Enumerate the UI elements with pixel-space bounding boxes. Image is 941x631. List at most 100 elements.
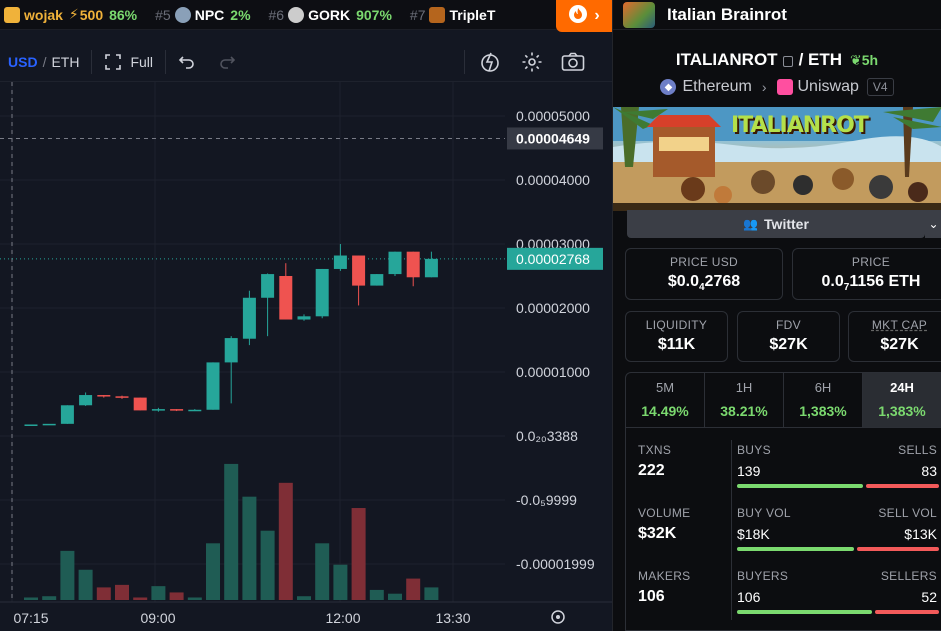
txns-value: 222 xyxy=(638,462,665,479)
tab-6h[interactable]: 6H 1,383% xyxy=(784,373,863,427)
ticker-item-npc[interactable]: #5 NPC 2% xyxy=(155,6,251,23)
mktcap-label: MKT CAP xyxy=(871,318,928,332)
candle-body xyxy=(151,409,165,411)
ticker-change: 86% xyxy=(109,6,138,23)
candle-body xyxy=(388,251,402,275)
volume-bar xyxy=(224,463,239,600)
volume-bar xyxy=(96,587,111,600)
sells-value: 83 xyxy=(921,463,937,479)
redo-button[interactable] xyxy=(218,53,236,71)
candle-body xyxy=(261,274,275,298)
hot-pairs-button[interactable]: › xyxy=(556,0,612,32)
token-avatar xyxy=(174,6,191,23)
tab-1h[interactable]: 1H 38.21% xyxy=(705,373,784,427)
sellers-value: 52 xyxy=(921,589,937,605)
screenshot-button[interactable] xyxy=(561,52,585,72)
pair-quote: ETH xyxy=(808,50,843,69)
candle-body xyxy=(97,395,111,397)
candle-body xyxy=(206,362,220,410)
sells-label: SELLS xyxy=(898,443,937,457)
price-chart[interactable]: 0.000050000.000040000.000030000.00002000… xyxy=(0,82,612,631)
ticker-rank: #5 xyxy=(155,6,171,23)
candle-body xyxy=(115,396,129,398)
buys-label: BUYS xyxy=(737,443,771,457)
sells-bar xyxy=(866,484,939,488)
volume-bar xyxy=(333,564,348,600)
sprout-icon: ❦ xyxy=(850,51,862,68)
pair-separator: / xyxy=(798,50,809,69)
chevron-right-icon: › xyxy=(594,7,600,24)
volume-bar xyxy=(24,597,38,600)
ticker-rank: #6 xyxy=(268,6,285,23)
indicators-button[interactable] xyxy=(479,51,501,73)
ticker-name: NPC xyxy=(194,6,225,23)
ethereum-icon: ◆ xyxy=(660,79,677,95)
price-eth-box: PRICE 0.071156 ETH xyxy=(792,248,941,300)
settings-button[interactable] xyxy=(521,51,543,73)
volume-bar xyxy=(78,569,93,600)
ticker-change: 907% xyxy=(356,6,392,23)
liquidity-value: $11K xyxy=(657,336,696,353)
candle-body xyxy=(370,274,384,286)
mktcap-box: MKT CAP $27K xyxy=(848,311,941,362)
tab-5m[interactable]: 5M 14.49% xyxy=(626,373,705,427)
flame-icon xyxy=(568,4,588,29)
volume-bar xyxy=(187,597,202,600)
candle-body xyxy=(170,409,184,411)
token-banner-image: ITALIANROT xyxy=(613,107,941,211)
copy-icon[interactable] xyxy=(782,55,793,67)
buyers-value: 106 xyxy=(737,589,761,605)
volume-bar xyxy=(115,584,129,600)
liquidity-label: LIQUIDITY xyxy=(645,318,708,332)
tab-24h[interactable]: 24H 1,383% xyxy=(863,373,941,427)
chevron-down-icon: ⌄ xyxy=(928,217,939,231)
stats-grid: TXNS 222 BUYS 139 SELLS 83 VOLUME $32K B… xyxy=(625,428,941,631)
camera-icon xyxy=(561,52,585,71)
ticker-item-wojak[interactable]: wojak ⚡ 500 86% xyxy=(4,6,137,23)
price-usd-box: PRICE USD $0.042768 xyxy=(625,248,783,300)
buys-value: 139 xyxy=(737,463,761,479)
last-price-label: 0.00002768 xyxy=(516,251,590,267)
candle-body xyxy=(333,255,347,269)
dex-name[interactable]: Uniswap xyxy=(798,78,859,96)
chart-toolbar: USD / ETH Full xyxy=(0,42,612,82)
volume-bar xyxy=(42,596,57,600)
txns-label: TXNS xyxy=(638,443,672,457)
candle-body xyxy=(24,424,38,426)
sell-vol-value: $13K xyxy=(904,526,937,542)
redo-icon xyxy=(220,55,236,69)
pair-title: Italian Brainrot xyxy=(667,4,787,24)
price-axis-label: -0.0₅9999 xyxy=(516,492,577,508)
volume-bar xyxy=(424,587,439,600)
chain-name[interactable]: Ethereum xyxy=(682,78,751,96)
pair-header: Italian Brainrot xyxy=(613,0,941,30)
boost-bolt-icon: ⚡ xyxy=(68,6,79,22)
currency-eth-toggle[interactable]: ETH xyxy=(51,54,79,70)
twitter-label: Twitter xyxy=(764,216,809,232)
undo-button[interactable] xyxy=(178,53,196,71)
fullscreen-button[interactable]: Full xyxy=(104,53,153,71)
price-axis-label: 0.00002000 xyxy=(516,300,590,316)
uniswap-icon xyxy=(776,79,793,95)
volume-bar xyxy=(242,496,257,600)
price-usd-value: $0.042768 xyxy=(667,273,741,293)
pair-avatar xyxy=(623,1,655,28)
ticker-item-gork[interactable]: #6 GORK 907% xyxy=(268,6,392,23)
ticker-item-triplet[interactable]: #7 TripleT xyxy=(410,6,501,23)
buy-vol-value: $18K xyxy=(737,526,770,542)
candle-body xyxy=(297,316,311,320)
fdv-value: $27K xyxy=(769,336,808,353)
pair-age: 5h xyxy=(861,52,879,68)
buyers-label: BUYERS xyxy=(737,569,789,583)
ticker-boost: 500 xyxy=(79,6,104,23)
price-eth-value: 0.071156 ETH xyxy=(821,273,921,293)
buyers-bar xyxy=(737,610,872,614)
tab-change: 1,383% xyxy=(799,403,847,419)
price-axis-label: 0.0₂₀3388 xyxy=(516,428,578,444)
more-links-button[interactable]: ⌄ xyxy=(925,210,941,238)
ticker-name: GORK xyxy=(308,6,351,23)
volume-bar xyxy=(169,592,184,600)
buy-vol-label: BUY VOL xyxy=(737,506,791,520)
currency-usd-toggle[interactable]: USD xyxy=(8,54,38,70)
twitter-button[interactable]: 👥 Twitter xyxy=(627,210,925,238)
